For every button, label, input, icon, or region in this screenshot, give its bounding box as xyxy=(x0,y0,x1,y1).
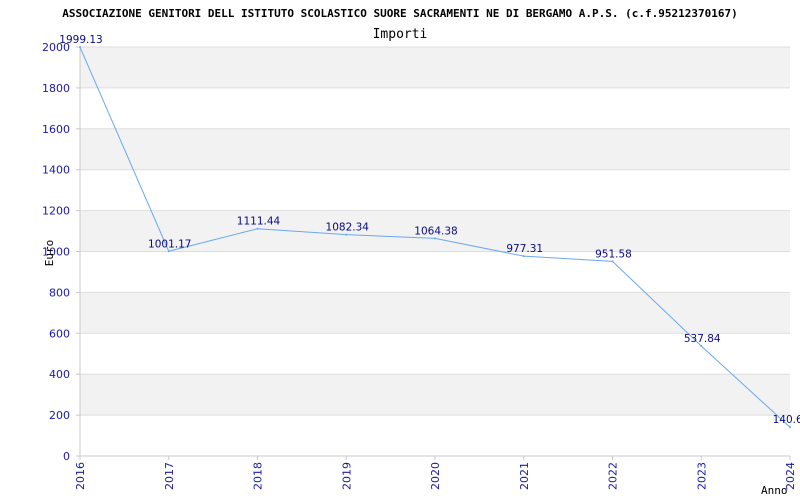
chart-title: ASSOCIAZIONE GENITORI DELL ISTITUTO SCOL… xyxy=(62,7,738,20)
data-point xyxy=(522,255,525,258)
data-label: 1082.34 xyxy=(326,222,370,234)
y-tick-label: 0 xyxy=(63,450,70,463)
data-point xyxy=(611,260,614,263)
background-band xyxy=(80,169,790,211)
y-tick-label: 1800 xyxy=(42,82,70,95)
data-label: 537.84 xyxy=(684,333,721,345)
background-band xyxy=(80,251,790,293)
data-label: 977.31 xyxy=(506,243,543,255)
background-band xyxy=(80,87,790,129)
data-point xyxy=(345,233,348,236)
x-tick-label: 2018 xyxy=(252,462,265,490)
y-tick-label: 1400 xyxy=(42,164,70,177)
y-axis-title: Euro xyxy=(43,240,56,267)
data-label: 1001.17 xyxy=(148,238,191,250)
background-band xyxy=(80,47,790,88)
data-point xyxy=(167,250,170,253)
y-tick-label: 600 xyxy=(49,327,70,340)
chart-container: 0 200 400 600 800 1000 1200 1400 1600 1800 2000 20… xyxy=(0,0,800,500)
y-tick-label: 1600 xyxy=(42,123,70,136)
background-band xyxy=(80,128,790,170)
x-tick-label: 2023 xyxy=(695,462,708,490)
x-tick-label: 2020 xyxy=(429,462,442,490)
data-point xyxy=(256,227,259,230)
data-label: 1111.44 xyxy=(237,216,281,228)
x-tick-label: 2017 xyxy=(163,462,176,490)
data-point xyxy=(434,237,436,240)
data-label: 1999.13 xyxy=(59,34,102,46)
x-tick-label: 2022 xyxy=(607,462,620,490)
x-tick-label: 2021 xyxy=(518,462,531,490)
background-band xyxy=(80,292,790,334)
data-label: 1064.38 xyxy=(414,225,457,237)
data-point xyxy=(700,345,703,348)
data-label: 140.66 xyxy=(773,414,800,426)
data-label: 951.58 xyxy=(595,248,632,260)
x-axis-title: Anno xyxy=(761,484,788,497)
x-tick-label: 2016 xyxy=(74,462,87,490)
chart-subtitle: Importi xyxy=(373,27,428,42)
background-band xyxy=(80,415,790,456)
line-chart: 0200400600800100012001400160018002000 20… xyxy=(42,7,800,497)
background-band xyxy=(80,374,790,416)
data-point xyxy=(79,46,81,49)
data-point xyxy=(789,426,791,429)
y-tick-label: 1200 xyxy=(42,205,70,218)
y-tick-label: 400 xyxy=(49,368,70,381)
y-tick-label: 800 xyxy=(49,286,70,299)
x-tick-label: 2019 xyxy=(340,462,353,490)
x-tick-labels: 2016 2017 2018 2019 2020 2021 2022 2023 2024 xyxy=(74,462,797,490)
y-tick-label: 200 xyxy=(49,409,70,422)
